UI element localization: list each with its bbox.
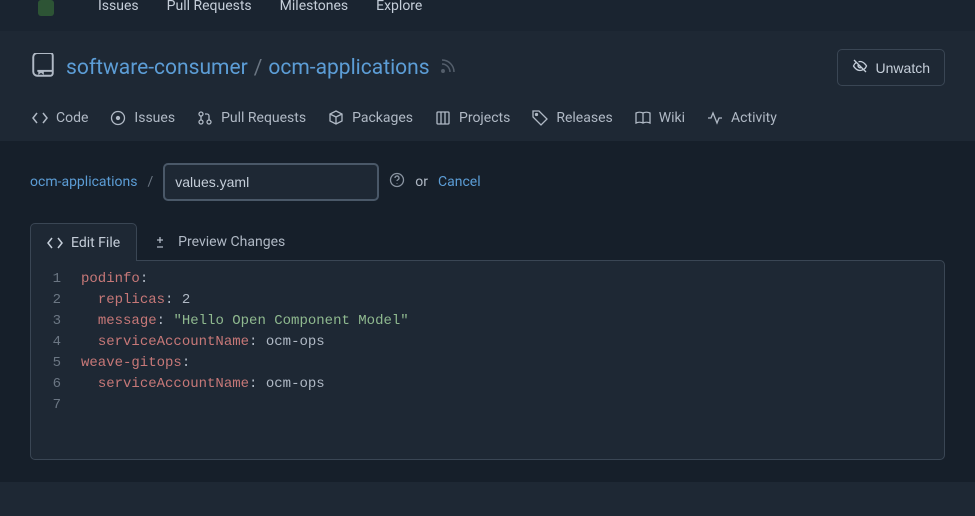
help-icon[interactable] <box>389 172 405 192</box>
or-text: or <box>415 174 428 190</box>
tab-code-label: Code <box>56 110 88 126</box>
repo-owner-link[interactable]: software-consumer <box>66 56 248 80</box>
code-line: 2 replicas: 2 <box>31 290 944 311</box>
filename-input[interactable] <box>163 163 379 201</box>
cancel-link[interactable]: Cancel <box>438 174 481 190</box>
editor-tabs: Edit File Preview Changes <box>30 223 945 261</box>
repo-path: software-consumer / ocm-applications <box>66 56 430 80</box>
content-area: ocm-applications / or Cancel Edit File P… <box>0 141 975 482</box>
edit-file-label: Edit File <box>71 235 120 251</box>
line-number: 1 <box>31 269 81 290</box>
repo-name-link[interactable]: ocm-applications <box>268 56 429 80</box>
tab-issues[interactable]: Issues <box>108 106 177 130</box>
activity-icon <box>707 110 723 126</box>
diff-icon <box>154 234 170 250</box>
line-number: 3 <box>31 311 81 332</box>
tab-wiki[interactable]: Wiki <box>633 106 687 130</box>
projects-icon <box>435 110 451 126</box>
line-content: replicas: 2 <box>81 290 190 311</box>
tab-releases[interactable]: Releases <box>530 106 614 130</box>
nav-explore[interactable]: Explore <box>376 0 422 14</box>
tag-icon <box>532 110 548 126</box>
line-content: serviceAccountName: ocm-ops <box>81 332 325 353</box>
tab-packages[interactable]: Packages <box>326 106 415 130</box>
nav-pull-requests[interactable]: Pull Requests <box>167 0 252 14</box>
repo-icon <box>30 53 56 83</box>
tab-activity-label: Activity <box>731 110 777 126</box>
line-number: 6 <box>31 374 81 395</box>
tab-packages-label: Packages <box>352 110 413 126</box>
tab-pr-label: Pull Requests <box>221 110 306 126</box>
logo-icon[interactable] <box>38 0 54 16</box>
line-number: 7 <box>31 395 81 416</box>
tab-code[interactable]: Code <box>30 106 90 130</box>
edit-file-tab[interactable]: Edit File <box>30 223 137 261</box>
code-icon <box>47 235 63 251</box>
book-icon <box>635 110 651 126</box>
breadcrumb-root[interactable]: ocm-applications <box>30 174 137 190</box>
line-content: podinfo: <box>81 269 148 290</box>
code-line: 4 serviceAccountName: ocm-ops <box>31 332 944 353</box>
line-content: weave-gitops: <box>81 353 190 374</box>
tab-releases-label: Releases <box>556 110 612 126</box>
tab-issues-label: Issues <box>134 110 175 126</box>
code-line: 7 <box>31 395 944 416</box>
repo-separator: / <box>254 56 263 80</box>
breadcrumb-sep: / <box>147 174 153 190</box>
preview-changes-tab[interactable]: Preview Changes <box>137 223 302 261</box>
line-content: message: "Hello Open Component Model" <box>81 311 409 332</box>
line-number: 4 <box>31 332 81 353</box>
line-content: serviceAccountName: ocm-ops <box>81 374 325 395</box>
tab-projects[interactable]: Projects <box>433 106 512 130</box>
repo-header: software-consumer / ocm-applications Unw… <box>0 31 975 141</box>
rss-icon[interactable] <box>440 58 456 78</box>
breadcrumb: ocm-applications / or Cancel <box>30 163 945 201</box>
code-line: 6 serviceAccountName: ocm-ops <box>31 374 944 395</box>
eye-off-icon <box>852 58 868 77</box>
tab-activity[interactable]: Activity <box>705 106 779 130</box>
nav-issues[interactable]: Issues <box>98 0 139 14</box>
preview-changes-label: Preview Changes <box>178 234 285 250</box>
tab-projects-label: Projects <box>459 110 510 126</box>
issues-icon <box>110 110 126 126</box>
unwatch-label: Unwatch <box>876 60 930 76</box>
code-line: 3 message: "Hello Open Component Model" <box>31 311 944 332</box>
repo-title-row: software-consumer / ocm-applications Unw… <box>30 49 945 86</box>
repo-tabs: Code Issues Pull Requests Packages Proje… <box>30 106 945 140</box>
nav-milestones[interactable]: Milestones <box>280 0 349 14</box>
tab-wiki-label: Wiki <box>659 110 685 126</box>
top-nav: Issues Pull Requests Milestones Explore <box>0 0 975 31</box>
unwatch-button[interactable]: Unwatch <box>837 49 945 86</box>
code-icon <box>32 110 48 126</box>
code-line: 1podinfo: <box>31 269 944 290</box>
line-number: 5 <box>31 353 81 374</box>
git-pr-icon <box>197 110 213 126</box>
tab-pull-requests[interactable]: Pull Requests <box>195 106 308 130</box>
code-line: 5weave-gitops: <box>31 353 944 374</box>
repo-title: software-consumer / ocm-applications <box>30 53 456 83</box>
code-editor[interactable]: 1podinfo:2 replicas: 23 message: "Hello … <box>30 260 945 460</box>
line-number: 2 <box>31 290 81 311</box>
package-icon <box>328 110 344 126</box>
